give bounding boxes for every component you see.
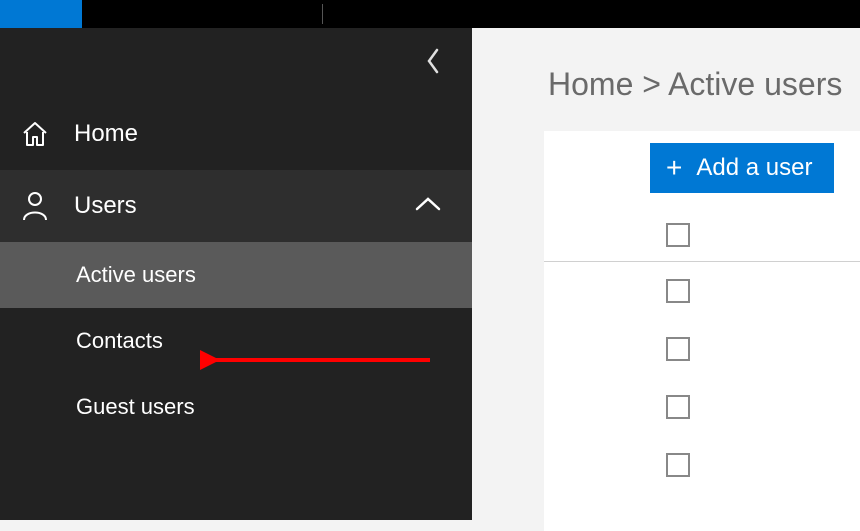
add-user-label: Add a user <box>696 154 812 182</box>
sidebar-item-home[interactable]: Home <box>0 98 472 170</box>
sidebar-item-label: Contacts <box>76 328 163 354</box>
add-user-button[interactable]: + Add a user <box>650 143 834 193</box>
sidebar-item-label: Active users <box>76 262 196 288</box>
sidebar-subitem-contacts[interactable]: Contacts <box>0 308 472 374</box>
sidebar: Home Users Active users Contacts Guest u… <box>0 28 472 520</box>
table-row[interactable] <box>544 262 860 320</box>
plus-icon: + <box>666 154 682 182</box>
users-panel: + Add a user <box>544 131 860 531</box>
sidebar-item-label: Home <box>74 120 138 148</box>
sidebar-subitem-active-users[interactable]: Active users <box>0 242 472 308</box>
table-row[interactable] <box>544 436 860 494</box>
titlebar <box>0 0 860 28</box>
breadcrumb-current: Active users <box>668 66 842 102</box>
content-area: Home > Active users + Add a user <box>472 28 860 520</box>
sidebar-item-users[interactable]: Users <box>0 170 472 242</box>
titlebar-accent <box>0 0 82 28</box>
select-all-checkbox[interactable] <box>666 223 690 247</box>
sidebar-subitem-guest-users[interactable]: Guest users <box>0 374 472 440</box>
breadcrumb: Home > Active users <box>472 66 860 103</box>
user-icon <box>18 190 52 222</box>
sidebar-item-label: Guest users <box>76 394 195 420</box>
row-checkbox[interactable] <box>666 395 690 419</box>
table-row[interactable] <box>544 378 860 436</box>
sidebar-collapse-button[interactable] <box>0 28 472 98</box>
breadcrumb-separator: > <box>642 66 661 102</box>
titlebar-divider <box>322 4 323 24</box>
row-checkbox[interactable] <box>666 337 690 361</box>
table-row[interactable] <box>544 320 860 378</box>
chevron-up-icon <box>414 192 442 220</box>
row-checkbox[interactable] <box>666 453 690 477</box>
home-icon <box>18 119 52 149</box>
sidebar-item-label: Users <box>74 192 137 220</box>
breadcrumb-home[interactable]: Home <box>548 66 633 102</box>
chevron-left-icon <box>424 47 442 80</box>
table-header-row <box>544 223 860 262</box>
row-checkbox[interactable] <box>666 279 690 303</box>
